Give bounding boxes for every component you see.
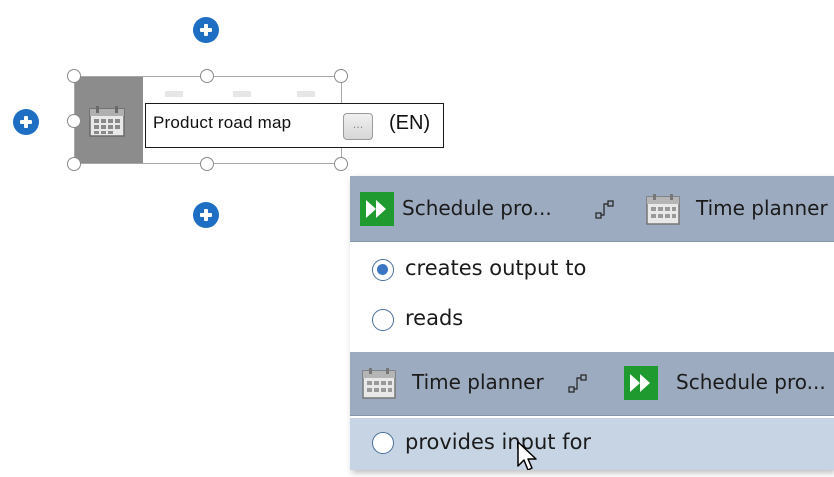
shape-decoration [165, 91, 183, 97]
option-label: creates output to [405, 256, 587, 280]
resize-handle-top-left[interactable] [67, 69, 81, 83]
function-icon [624, 366, 658, 400]
resize-handle-top-right[interactable] [334, 69, 348, 83]
more-options-button[interactable]: ... [343, 113, 373, 140]
radio-button[interactable] [372, 432, 394, 454]
connection-option-reads[interactable]: reads [350, 296, 834, 344]
source-object-label: Schedule pro... [402, 196, 552, 220]
target-object-label: Schedule pro... [676, 370, 826, 394]
radio-button[interactable] [372, 259, 394, 281]
connection-header-1: Schedule pro... Time planner [350, 176, 834, 242]
option-label: provides input for [405, 430, 592, 454]
calendar-icon [362, 368, 396, 399]
resize-handle-bottom[interactable] [200, 157, 214, 171]
connection-header-2: Time planner Schedule pro... [350, 352, 834, 416]
connection-option-creates-output-to[interactable]: creates output to [350, 246, 834, 294]
resize-handle-left[interactable] [67, 114, 81, 128]
resize-handle-top[interactable] [200, 69, 214, 83]
mouse-cursor-icon [517, 441, 537, 470]
add-connection-left-button[interactable] [13, 109, 39, 135]
add-connection-bottom-button[interactable] [193, 202, 219, 228]
resize-handle-bottom-right[interactable] [334, 157, 348, 171]
connection-type-popup: Schedule pro... Time planner creates out… [350, 176, 834, 470]
shape-name-editor[interactable]: Product road map ... (EN) [145, 103, 444, 148]
resize-handle-bottom-left[interactable] [67, 157, 81, 171]
target-object-label: Time planner [696, 196, 828, 220]
option-label: reads [405, 306, 464, 330]
connection-icon [595, 200, 614, 219]
add-connection-top-button[interactable] [193, 17, 219, 43]
connection-icon [568, 374, 587, 393]
shape-name-input[interactable]: Product road map [153, 113, 291, 133]
connection-option-provides-input-for[interactable]: provides input for [350, 418, 834, 470]
shape-decoration [233, 91, 251, 97]
calendar-icon [89, 106, 125, 137]
function-icon [360, 192, 394, 226]
shape-decoration [297, 91, 315, 97]
calendar-icon [646, 194, 680, 225]
radio-button[interactable] [372, 309, 394, 331]
language-label: (EN) [389, 112, 431, 134]
source-object-label: Time planner [412, 370, 544, 394]
